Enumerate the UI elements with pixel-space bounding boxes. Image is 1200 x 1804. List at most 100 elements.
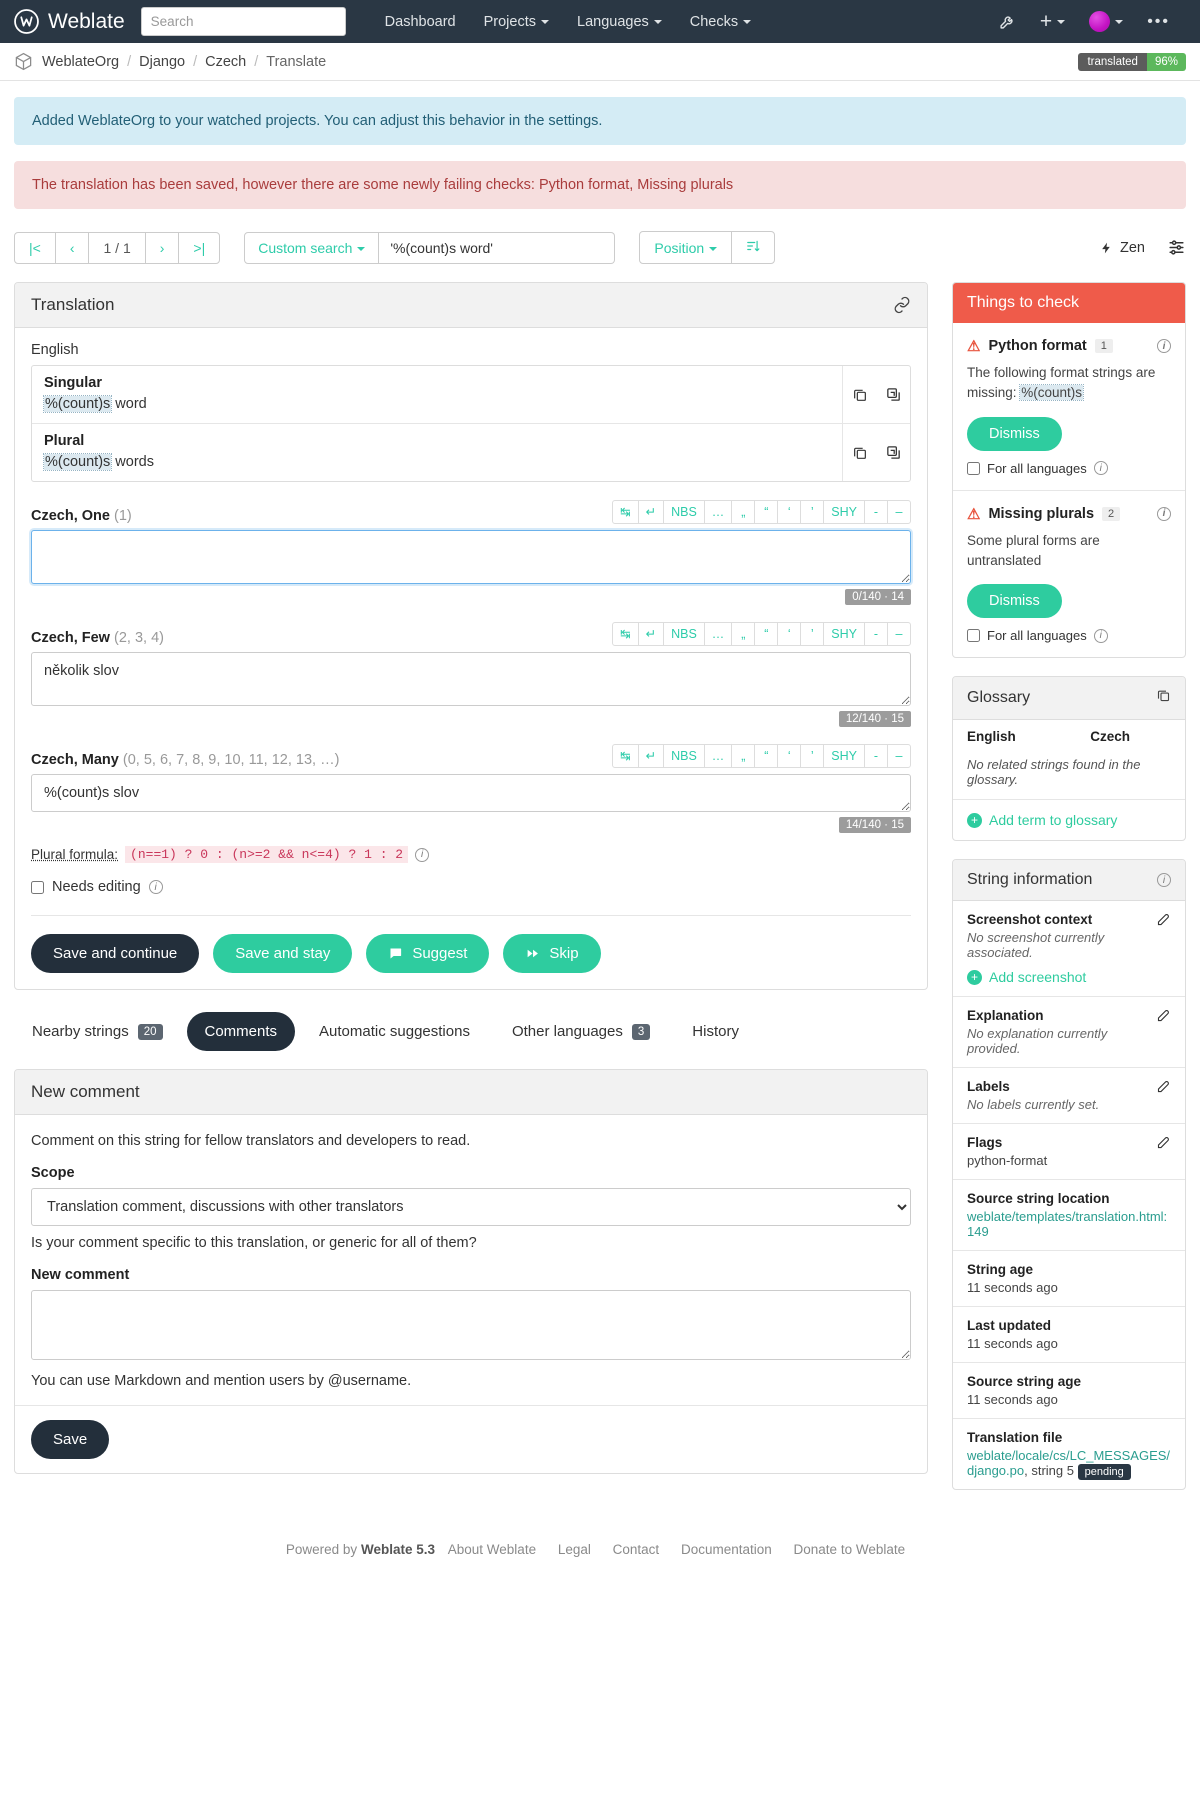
- translation-input-few[interactable]: [31, 652, 911, 706]
- new-comment-textarea[interactable]: [31, 1290, 911, 1360]
- previous-string-button[interactable]: ‹: [54, 231, 90, 264]
- source-location-link[interactable]: weblate/templates/translation.html:149: [967, 1209, 1167, 1239]
- tool-shy-button[interactable]: SHY: [823, 500, 865, 524]
- zen-mode-link[interactable]: Zen: [1100, 240, 1145, 256]
- info-icon[interactable]: i: [148, 880, 163, 894]
- next-string-button[interactable]: ›: [144, 231, 180, 264]
- info-icon[interactable]: i: [1157, 339, 1171, 353]
- first-string-button[interactable]: |<: [14, 231, 56, 264]
- dismiss-python-format-button[interactable]: Dismiss: [967, 416, 1062, 451]
- tool-nbs-button[interactable]: NBS: [663, 622, 705, 646]
- edit-screenshot-icon[interactable]: [1156, 912, 1171, 931]
- breadcrumb-item-org[interactable]: WeblateOrg: [42, 54, 119, 70]
- tool-nbs-button[interactable]: NBS: [663, 500, 705, 524]
- tool-hyphen-button[interactable]: -: [864, 622, 888, 646]
- clone-source-button[interactable]: [876, 424, 910, 481]
- nav-item-dashboard[interactable]: Dashboard: [372, 8, 469, 36]
- tool-dash-button[interactable]: –: [887, 622, 911, 646]
- tool-quote-low-button[interactable]: „: [731, 744, 756, 768]
- sort-dropdown[interactable]: Position: [639, 231, 733, 264]
- tab-history[interactable]: History: [674, 1012, 757, 1051]
- nav-item-projects[interactable]: Projects: [471, 8, 562, 36]
- tab-comments[interactable]: Comments: [186, 1012, 296, 1051]
- add-screenshot-link[interactable]: + Add screenshot: [967, 969, 1148, 985]
- tool-tab-button[interactable]: ↹: [612, 500, 639, 524]
- clone-source-button[interactable]: [876, 366, 910, 423]
- edit-labels-icon[interactable]: [1156, 1079, 1171, 1098]
- tool-ellipsis-button[interactable]: …: [703, 622, 733, 646]
- tool-single-quote-close-button[interactable]: ’: [800, 744, 825, 768]
- tool-single-quote-open-button[interactable]: ‘: [777, 744, 802, 768]
- tool-ellipsis-button[interactable]: …: [703, 500, 733, 524]
- info-icon[interactable]: i: [1157, 873, 1171, 887]
- tool-quote-high-button[interactable]: “: [754, 500, 779, 524]
- tool-dash-button[interactable]: –: [887, 500, 911, 524]
- brand-logo-link[interactable]: Weblate: [14, 9, 125, 34]
- editor-settings-icon[interactable]: [1167, 238, 1186, 257]
- for-all-languages-checkbox[interactable]: [967, 461, 980, 475]
- permalink-button[interactable]: [893, 296, 911, 314]
- user-menu-button[interactable]: [1079, 5, 1133, 38]
- tool-quote-high-button[interactable]: “: [754, 744, 779, 768]
- nav-item-checks[interactable]: Checks: [677, 8, 764, 36]
- needs-editing-row[interactable]: Needs editing i: [31, 879, 911, 895]
- edit-explanation-icon[interactable]: [1156, 1008, 1171, 1027]
- translation-input-one[interactable]: [31, 530, 911, 584]
- tab-automatic-suggestions[interactable]: Automatic suggestions: [301, 1012, 488, 1051]
- tool-tab-button[interactable]: ↹: [612, 622, 639, 646]
- tool-quote-high-button[interactable]: “: [754, 622, 779, 646]
- suggest-button[interactable]: Suggest: [366, 934, 490, 973]
- global-search-input[interactable]: [140, 7, 346, 36]
- info-icon[interactable]: i: [1093, 461, 1108, 475]
- needs-editing-checkbox[interactable]: [31, 880, 44, 894]
- dismiss-missing-plurals-button[interactable]: Dismiss: [967, 584, 1062, 618]
- tool-newline-button[interactable]: ↵: [637, 500, 665, 524]
- add-term-to-glossary-link[interactable]: + Add term to glossary: [967, 812, 1171, 828]
- tool-hyphen-button[interactable]: -: [864, 744, 888, 768]
- tool-tab-button[interactable]: ↹: [612, 744, 639, 768]
- for-all-languages-checkbox[interactable]: [967, 629, 980, 642]
- tool-hyphen-button[interactable]: -: [864, 500, 888, 524]
- info-icon[interactable]: i: [415, 847, 430, 862]
- glossary-copy-icon[interactable]: [1156, 688, 1171, 708]
- tab-nearby-strings[interactable]: Nearby strings 20: [14, 1012, 181, 1051]
- for-all-languages-row[interactable]: For all languages i: [967, 628, 1171, 643]
- footer-link-legal[interactable]: Legal: [558, 1542, 591, 1557]
- breadcrumb-item-language[interactable]: Czech: [205, 54, 246, 70]
- tool-single-quote-close-button[interactable]: ’: [800, 622, 825, 646]
- tool-shy-button[interactable]: SHY: [823, 744, 865, 768]
- footer-link-contact[interactable]: Contact: [613, 1542, 660, 1557]
- tool-newline-button[interactable]: ↵: [637, 744, 665, 768]
- tool-single-quote-open-button[interactable]: ‘: [777, 500, 802, 524]
- save-and-continue-button[interactable]: Save and continue: [31, 934, 200, 973]
- tool-quote-low-button[interactable]: „: [731, 500, 756, 524]
- last-string-button[interactable]: >|: [178, 231, 221, 264]
- wrench-icon[interactable]: [989, 7, 1026, 36]
- info-icon[interactable]: i: [1093, 628, 1108, 643]
- breadcrumb-item-project[interactable]: Django: [139, 54, 185, 70]
- tool-single-quote-close-button[interactable]: ’: [800, 500, 825, 524]
- tool-dash-button[interactable]: –: [887, 744, 911, 768]
- footer-link-documentation[interactable]: Documentation: [681, 1542, 772, 1557]
- footer-link-about[interactable]: About Weblate: [448, 1542, 536, 1557]
- nav-item-languages[interactable]: Languages: [564, 8, 675, 36]
- sort-direction-button[interactable]: [731, 231, 776, 264]
- tool-nbs-button[interactable]: NBS: [663, 744, 705, 768]
- scope-select[interactable]: Translation comment, discussions with ot…: [31, 1188, 911, 1226]
- tool-ellipsis-button[interactable]: …: [703, 744, 733, 768]
- edit-flags-icon[interactable]: [1156, 1135, 1171, 1154]
- tool-newline-button[interactable]: ↵: [637, 622, 665, 646]
- save-and-stay-button[interactable]: Save and stay: [213, 934, 353, 973]
- skip-button[interactable]: Skip: [503, 934, 601, 973]
- search-query-input[interactable]: [379, 231, 616, 264]
- add-new-button[interactable]: +: [1030, 8, 1075, 35]
- for-all-languages-row[interactable]: For all languages i: [967, 461, 1171, 476]
- info-icon[interactable]: i: [1157, 506, 1171, 521]
- copy-source-button[interactable]: [842, 424, 876, 481]
- save-comment-button[interactable]: Save: [31, 1420, 110, 1459]
- more-options-icon[interactable]: •••: [1137, 11, 1180, 33]
- footer-link-donate[interactable]: Donate to Weblate: [794, 1542, 906, 1557]
- tool-single-quote-open-button[interactable]: ‘: [777, 622, 802, 646]
- translation-input-many[interactable]: [31, 774, 911, 812]
- custom-search-dropdown[interactable]: Custom search: [244, 231, 380, 264]
